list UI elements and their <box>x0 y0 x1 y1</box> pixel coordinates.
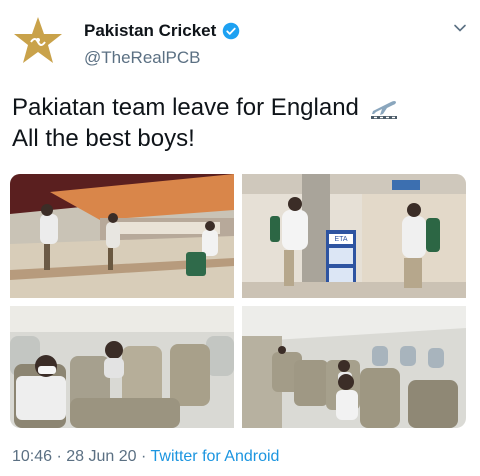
tweet-time[interactable]: 10:46 <box>12 448 52 465</box>
user-handle[interactable]: @TheRealPCB <box>84 48 240 68</box>
tweet-line-2: All the best boys! <box>12 125 195 152</box>
verified-badge-icon <box>223 22 240 40</box>
airplane-cabin-rear-photo[interactable] <box>242 306 466 428</box>
tweet-client-link[interactable]: Twitter for Android <box>151 448 280 465</box>
pcb-star-logo-icon <box>14 17 62 63</box>
avatar[interactable] <box>12 15 64 67</box>
tweet-line-1: Pakiatan team leave for England <box>12 94 359 121</box>
airplane-cabin-front-photo[interactable] <box>10 306 234 428</box>
eta-sign-label: ETA <box>334 236 347 243</box>
tweet-card: Pakistan Cricket @TheRealPCB Pakiatan te… <box>0 0 480 476</box>
tweet-date[interactable]: 28 Jun 20 <box>66 448 136 465</box>
tweet-text: Pakiatan team leave for England All the … <box>12 92 468 154</box>
chevron-down-icon[interactable] <box>452 20 468 36</box>
meta-separator-2: · <box>141 448 147 465</box>
display-name[interactable]: Pakistan Cricket <box>84 21 216 41</box>
airport-gate-photo[interactable]: ETA <box>242 174 466 298</box>
airport-lounge-photo[interactable] <box>10 174 234 298</box>
airplane-departure-icon <box>370 100 397 119</box>
author-block: Pakistan Cricket @TheRealPCB <box>84 20 240 68</box>
media-grid: ETA <box>10 174 466 428</box>
meta-separator: · <box>56 448 62 465</box>
tweet-metadata: 10:46 · 28 Jun 20 · Twitter for Android <box>12 448 279 466</box>
